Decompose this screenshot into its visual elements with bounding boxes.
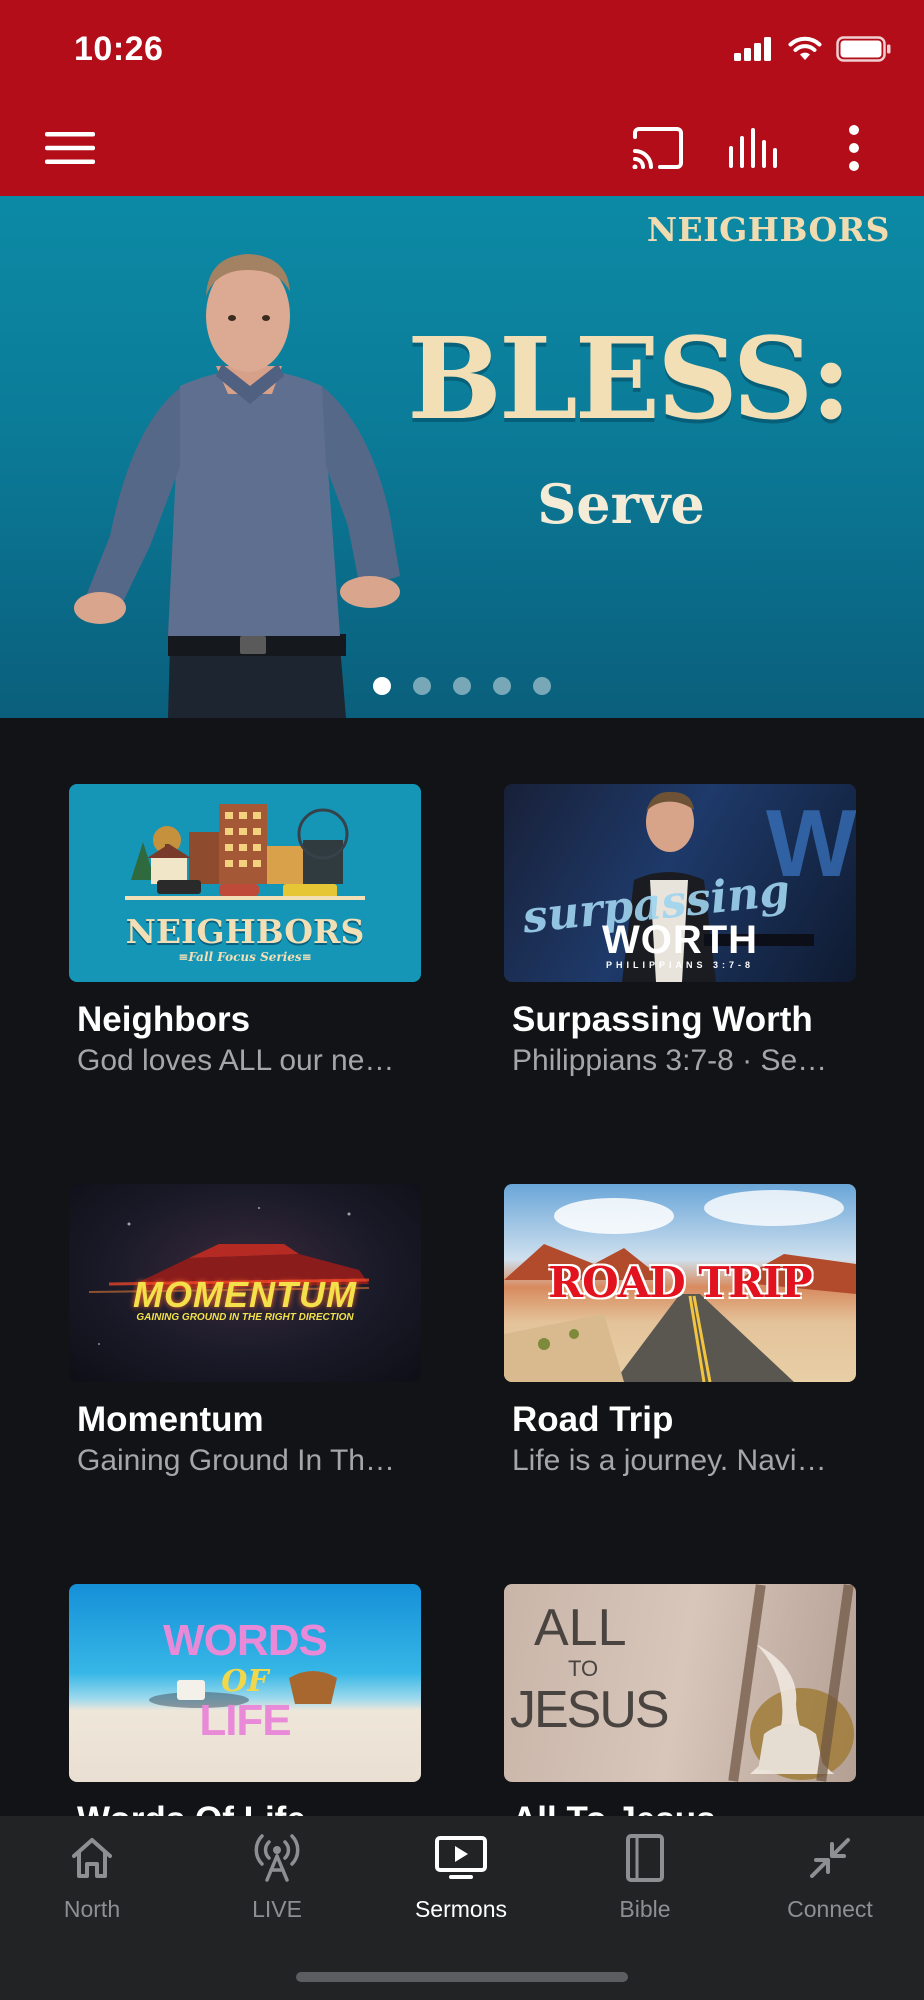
words-line-3: LIFE: [199, 1696, 291, 1745]
hero-subtitle: Serve: [537, 472, 705, 536]
cellular-signal-icon: [734, 37, 771, 61]
arrows-inward-icon: [802, 1830, 858, 1886]
home-icon: [64, 1830, 120, 1886]
series-card-momentum[interactable]: MOMENTUM GAINING GROUND IN THE RIGHT DIR…: [69, 1184, 421, 1478]
tab-north[interactable]: North: [17, 1830, 167, 1940]
tab-connect[interactable]: Connect: [755, 1830, 905, 1940]
series-card-road-trip[interactable]: ROAD TRIP Road Trip Life is a journey. N…: [504, 1184, 856, 1478]
series-thumbnail: NEIGHBORS ≡Fall Focus Series≡: [69, 784, 421, 982]
more-vertical-icon: [849, 125, 859, 171]
series-subtitle: Philippians 3:7-8 · Se…: [512, 1044, 828, 1077]
carousel-pagination: [0, 677, 924, 695]
carousel-dot-1[interactable]: [373, 677, 391, 695]
road-trip-title-text: ROAD TRIP: [548, 1258, 813, 1307]
home-indicator: [296, 1972, 628, 1982]
series-title: Words Of Life: [69, 1800, 421, 1816]
hamburger-icon: [45, 132, 95, 164]
status-time: 10:26: [74, 30, 164, 68]
series-subtitle: God loves ALL our ne…: [77, 1044, 395, 1077]
all-line-2: TO: [568, 1656, 599, 1681]
all-line-1: ALL: [534, 1599, 627, 1657]
series-thumbnail: WORDS OF LIFE: [69, 1584, 421, 1782]
video-screen-icon: [433, 1830, 489, 1886]
audio-button[interactable]: [724, 118, 784, 178]
series-title: Surpassing Worth: [512, 1000, 813, 1039]
hero-title: BLESS:: [407, 314, 851, 445]
carousel-dot-5[interactable]: [533, 677, 551, 695]
momentum-tagline-text: GAINING GROUND IN THE RIGHT DIRECTION: [136, 1312, 354, 1323]
series-card-neighbors[interactable]: NEIGHBORS ≡Fall Focus Series≡ Neighbors …: [69, 784, 421, 1078]
series-thumbnail: ALL TO JESUS: [504, 1584, 856, 1782]
battery-icon: [836, 36, 891, 62]
series-card-surpassing-worth[interactable]: W surpassing WORTH PHILIPPIANS 3:7-8 Sur…: [504, 784, 856, 1078]
tab-label: Connect: [787, 1896, 873, 1922]
series-thumbnail: MOMENTUM GAINING GROUND IN THE RIGHT DIR…: [69, 1184, 421, 1382]
book-icon: [617, 1830, 673, 1886]
status-bar: 10:26: [0, 0, 924, 100]
series-thumbnail: ROAD TRIP: [504, 1184, 856, 1382]
all-line-3: JESUS: [510, 1681, 670, 1739]
cast-icon: [632, 127, 683, 169]
bottom-tab-bar: North LIVE Sermons Bible Connect: [0, 1816, 924, 2000]
series-thumbnail: W surpassing WORTH PHILIPPIANS 3:7-8: [504, 784, 856, 982]
series-card-words-of-life[interactable]: WORDS OF LIFE Words Of Life: [69, 1584, 421, 1816]
momentum-title-text: MOMENTUM: [133, 1274, 357, 1315]
series-title: Road Trip: [512, 1400, 674, 1439]
wifi-icon: [788, 36, 822, 60]
words-line-2: OF: [221, 1664, 269, 1699]
more-options-button[interactable]: [824, 118, 884, 178]
sermon-series-grid: NEIGHBORS ≡Fall Focus Series≡ Neighbors …: [0, 718, 924, 1816]
series-subtitle: Gaining Ground In Th…: [77, 1444, 395, 1477]
neighbors-logo-text: NEIGHBORS: [125, 912, 365, 951]
audio-bars-icon: [729, 128, 777, 168]
hero-series-logo: NEIGHBORS: [646, 210, 890, 249]
menu-button[interactable]: [40, 118, 100, 178]
carousel-dot-2[interactable]: [413, 677, 431, 695]
broadcast-antenna-icon: [249, 1830, 305, 1886]
tab-label: North: [63, 1896, 121, 1922]
tab-bible[interactable]: Bible: [570, 1830, 720, 1940]
series-card-all-to-jesus[interactable]: ALL TO JESUS All To Jesus: [504, 1584, 856, 1816]
words-line-1: WORDS: [163, 1616, 328, 1665]
status-icons: [734, 36, 892, 62]
series-title: All To Jesus: [504, 1800, 856, 1816]
series-subtitle: Life is a journey. Navi…: [512, 1444, 827, 1477]
cast-button[interactable]: [628, 118, 688, 178]
tab-label: LIVE: [252, 1896, 302, 1922]
series-title: Neighbors: [77, 1000, 251, 1039]
carousel-dot-4[interactable]: [493, 677, 511, 695]
tab-sermons[interactable]: Sermons: [386, 1830, 536, 1940]
tab-label: Sermons: [414, 1896, 508, 1922]
neighbors-caption: ≡Fall Focus Series≡: [178, 950, 312, 964]
series-title: Momentum: [77, 1400, 264, 1439]
app-bar: [0, 100, 924, 196]
tab-live[interactable]: LIVE: [202, 1830, 352, 1940]
worth-text: WORTH: [601, 918, 759, 962]
carousel-dot-3[interactable]: [453, 677, 471, 695]
scripture-ref-text: PHILIPPIANS 3:7-8: [605, 960, 755, 970]
featured-carousel[interactable]: NEIGHBORS BLESS: Serve: [0, 196, 924, 718]
tab-label: Bible: [619, 1896, 671, 1922]
